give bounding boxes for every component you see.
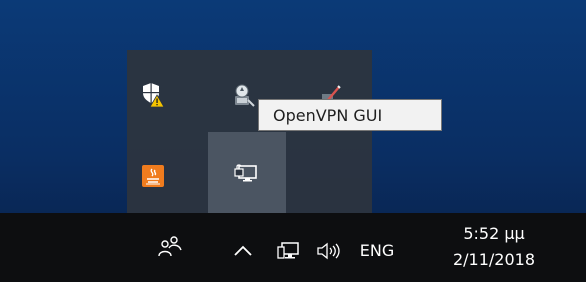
chevron-up-icon bbox=[234, 245, 252, 256]
tray-item-windows-security[interactable] bbox=[133, 75, 173, 115]
clock-button[interactable]: 5:52 μμ 2/11/2018 bbox=[438, 214, 550, 280]
network-button[interactable] bbox=[274, 235, 304, 267]
language-label: ENG bbox=[359, 240, 395, 260]
people-button[interactable] bbox=[154, 229, 188, 265]
tray-tooltip: OpenVPN GUI bbox=[258, 99, 442, 131]
tooltip-text: OpenVPN GUI bbox=[273, 105, 383, 125]
volume-icon bbox=[317, 242, 340, 260]
tray-item-network-lock-selected[interactable] bbox=[208, 132, 286, 213]
show-hidden-icons-button[interactable] bbox=[229, 235, 257, 267]
tray-overflow-flyout bbox=[127, 50, 372, 213]
clock-time: 5:52 μμ bbox=[463, 224, 525, 243]
clock-date: 2/11/2018 bbox=[452, 250, 536, 269]
windows-security-warning-icon bbox=[143, 83, 165, 108]
volume-button[interactable] bbox=[313, 235, 347, 267]
people-icon bbox=[158, 236, 182, 257]
tray-item-openvpn[interactable] bbox=[223, 75, 263, 115]
network-icon bbox=[277, 242, 299, 259]
tray-item-java[interactable] bbox=[133, 156, 173, 196]
openvpn-connected-icon bbox=[235, 84, 255, 107]
java-app-icon bbox=[142, 165, 164, 187]
network-lock-icon bbox=[234, 163, 257, 181]
language-indicator[interactable]: ENG bbox=[351, 233, 403, 267]
